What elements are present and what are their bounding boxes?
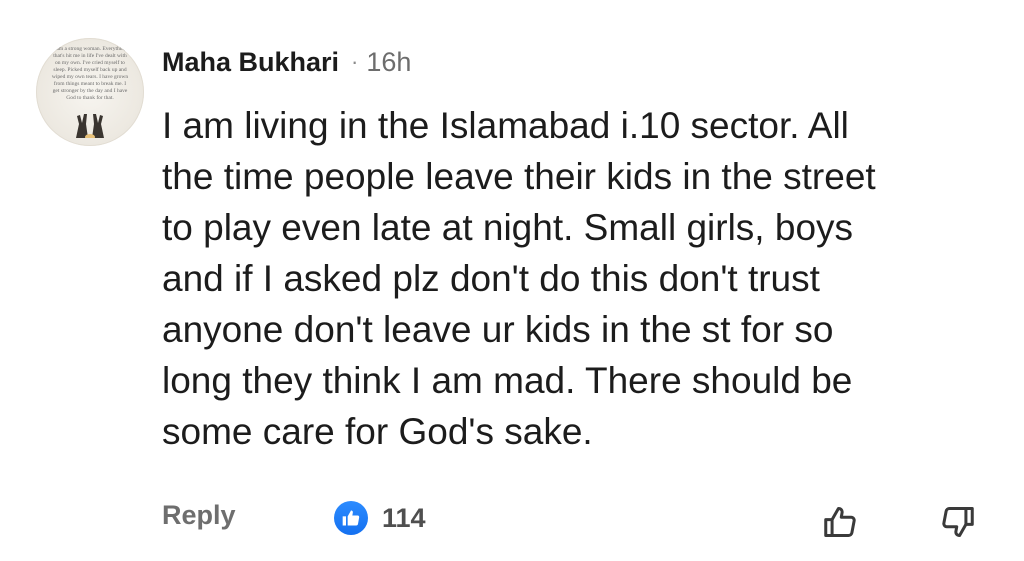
thumbs-down-icon[interactable] [936,500,980,544]
comment: I am a strong woman. Everything that's h… [0,0,1024,561]
reply-button[interactable]: Reply [162,500,236,531]
comment-text: I am living in the Islamabad i.10 sector… [162,105,876,452]
like-reaction-icon [334,501,368,535]
reaction-summary[interactable]: 114 [334,498,426,538]
avatar-quote-text: I am a strong woman. Everything that's h… [51,46,129,101]
timestamp[interactable]: 16h [366,47,411,78]
separator-dot: · [351,49,359,74]
raised-hands-icon [76,114,104,138]
avatar[interactable]: I am a strong woman. Everything that's h… [36,38,144,146]
thumbs-up-icon[interactable] [818,500,862,544]
comment-actions: Reply 114 [0,490,1024,550]
reaction-count: 114 [382,502,426,533]
author-name[interactable]: Maha Bukhari [162,47,339,78]
comment-header: Maha Bukhari · 16h [162,42,411,82]
